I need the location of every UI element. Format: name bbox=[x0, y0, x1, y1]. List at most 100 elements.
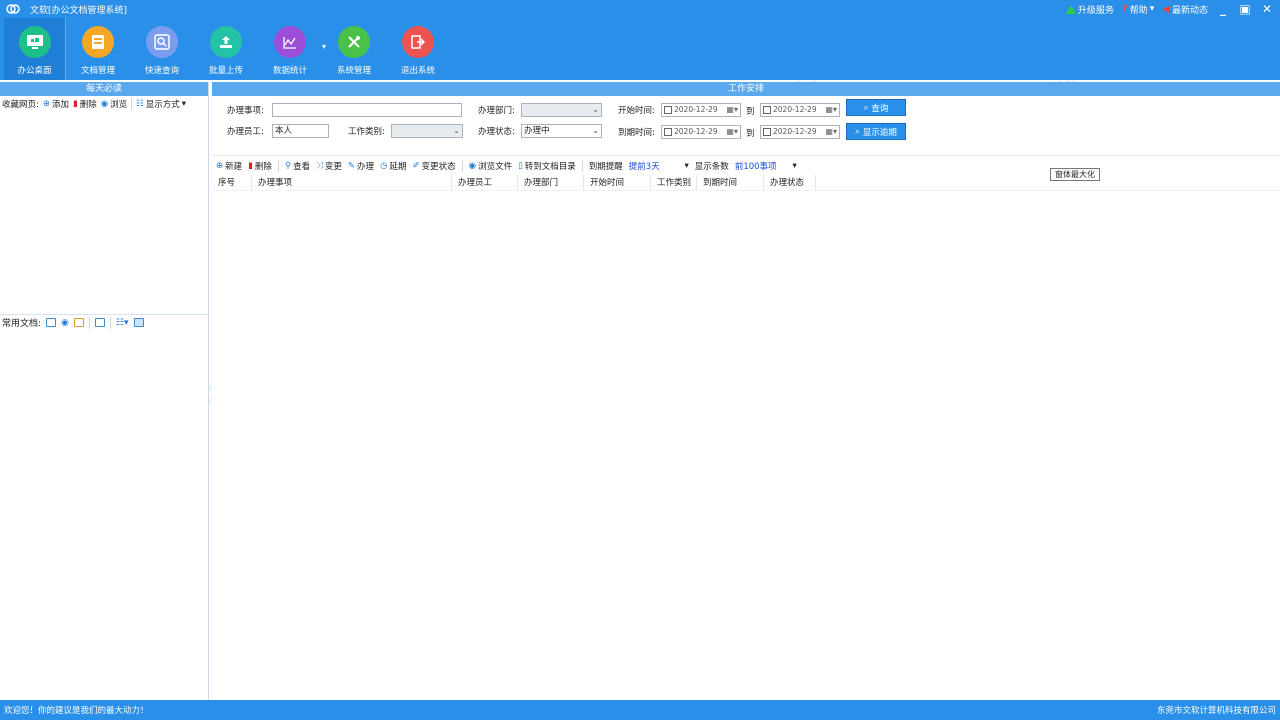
right-panel: 工作安排 办理事项: 办理员工: 本人 工作类别: ⌄ 办理部门: ⌄ 办理状态… bbox=[212, 82, 1280, 700]
checkbox[interactable] bbox=[664, 106, 672, 114]
upload-icon bbox=[210, 26, 242, 58]
col-header-status[interactable]: 办理状态 bbox=[764, 175, 816, 190]
col-header-staff[interactable]: 办理员工 bbox=[452, 175, 518, 190]
help-link[interactable]: ? 帮助 ▾ bbox=[1122, 3, 1154, 16]
col-header-item[interactable]: 办理事项 bbox=[252, 175, 452, 190]
toolbar-system-button[interactable]: 系统管理 bbox=[322, 18, 386, 80]
due-date-to[interactable]: 2020-12-29 ▦▾ bbox=[760, 125, 840, 139]
list-icon: ☷ bbox=[136, 99, 144, 109]
toolbar-documents-label: 文档管理 bbox=[80, 66, 115, 76]
col-header-due[interactable]: 到期时间 bbox=[697, 175, 764, 190]
close-button[interactable]: ✕ bbox=[1260, 2, 1274, 16]
staff-input[interactable]: 本人 bbox=[272, 124, 329, 138]
task-toolbar: ⊕ 新建 ▮ 删除 ⚲ 查看 ⤨ 变更 ✎ 办理 ◷ 延期 ✐ 变更状态 ◉ 浏览文件 ▯ 转到文… bbox=[212, 158, 1280, 174]
due-date-from[interactable]: 2020-12-29 ▦▾ bbox=[661, 125, 741, 139]
item-label: 办理事项: bbox=[227, 106, 264, 116]
restore-button[interactable]: ▣ bbox=[1238, 2, 1252, 16]
chevron-down-icon: ▾ bbox=[684, 161, 689, 171]
right-panel-title: 工作安排 bbox=[212, 82, 1280, 96]
type-select[interactable]: ⌄ bbox=[391, 124, 463, 138]
start-date-from[interactable]: 2020-12-29 ▦▾ bbox=[661, 103, 741, 117]
goto-directory-label: 转到文档目录 bbox=[524, 162, 576, 172]
checkbox[interactable] bbox=[664, 128, 672, 136]
add-icon: ⊕ bbox=[42, 99, 50, 109]
search-icon: ⌕ bbox=[863, 102, 869, 113]
count-select[interactable]: 前100事项 ▾ bbox=[735, 160, 797, 172]
date-value: 2020-12-29 bbox=[773, 105, 817, 114]
toolbar-statistics-button[interactable]: 数据统计 ▾ bbox=[258, 18, 326, 80]
minimize-button[interactable]: _ bbox=[1216, 2, 1230, 16]
add-label: 添加 bbox=[52, 100, 70, 110]
show-overdue-button[interactable]: ⌕ 显示逾期 bbox=[846, 123, 906, 140]
display-mode-button[interactable]: ☷ 显示方式 ▾ bbox=[136, 98, 186, 110]
toolbar-documents-button[interactable]: 文档管理 bbox=[66, 18, 130, 80]
details-icon[interactable] bbox=[133, 318, 144, 327]
clock-icon: ◷ bbox=[380, 161, 388, 171]
window-title: 文软[办公文档管理系统] bbox=[30, 5, 128, 16]
delete-label: 删除 bbox=[254, 162, 272, 172]
col-header-dept[interactable]: 办理部门 bbox=[518, 175, 584, 190]
change-status-button[interactable]: ✐ 变更状态 bbox=[413, 160, 456, 172]
divider bbox=[461, 160, 463, 172]
delete-favorite-button[interactable]: ▮ 删除 bbox=[73, 98, 97, 110]
change-task-button[interactable]: ⤨ 变更 bbox=[316, 160, 342, 172]
news-link[interactable]: ◀ 最新动态 bbox=[1162, 3, 1208, 16]
calendar-icon[interactable]: ▦▾ bbox=[825, 126, 839, 138]
calendar-icon[interactable]: ▦▾ bbox=[726, 104, 740, 116]
col-header-start[interactable]: 开始时间 bbox=[584, 175, 651, 190]
col-header-index[interactable]: 序号 bbox=[212, 175, 252, 190]
add-icon: ⊕ bbox=[216, 161, 224, 171]
item-input[interactable] bbox=[272, 103, 462, 117]
calendar-icon[interactable]: ▦▾ bbox=[726, 126, 740, 138]
toolbar-exit-button[interactable]: 退出系统 bbox=[386, 18, 450, 80]
help-icon: ? bbox=[1121, 3, 1128, 15]
dept-select[interactable]: ⌄ bbox=[521, 103, 602, 117]
change-status-label: 变更状态 bbox=[421, 162, 456, 172]
goto-directory-button[interactable]: ▯ 转到文档目录 bbox=[518, 160, 576, 172]
browse-favorite-button[interactable]: ◉ 浏览 bbox=[101, 98, 127, 110]
pen-icon: ✎ bbox=[347, 161, 356, 171]
new-task-button[interactable]: ⊕ 新建 bbox=[216, 160, 242, 172]
checkbox[interactable] bbox=[763, 106, 771, 114]
status-value: 办理中 bbox=[524, 126, 550, 136]
toolbar-batch-upload-button[interactable]: 批量上传 bbox=[194, 18, 258, 80]
delete-task-button[interactable]: ▮ 删除 bbox=[248, 160, 272, 172]
checkbox[interactable] bbox=[763, 128, 771, 136]
browse-file-button[interactable]: ◉ 浏览文件 bbox=[469, 160, 512, 172]
count-value: 前100事项 bbox=[734, 162, 777, 172]
favorites-toolbar: 收藏网页: ⊕ 添加 ▮ 删除 ◉ 浏览 ☷ 显示方式 ▾ bbox=[0, 96, 208, 112]
eye-icon[interactable]: ◉ bbox=[61, 318, 69, 328]
common-docs-label: 常用文档: bbox=[2, 319, 42, 329]
toolbar-desktop-label: 办公桌面 bbox=[17, 66, 52, 76]
divider bbox=[109, 316, 111, 329]
toolbar-desktop-button[interactable]: 办公桌面 bbox=[4, 18, 66, 80]
desktop-icon bbox=[18, 26, 51, 58]
toolbar-system-label: 系统管理 bbox=[336, 66, 371, 76]
status-select[interactable]: 办理中 ⌄ bbox=[521, 124, 602, 138]
left-panel: 每天必读 收藏网页: ⊕ 添加 ▮ 删除 ◉ 浏览 ☷ 显示方式 ▾ 常用文档: ◉ ☷▾ bbox=[0, 82, 209, 700]
folder-icon[interactable] bbox=[46, 318, 57, 327]
add-favorite-button[interactable]: ⊕ 添加 bbox=[43, 98, 69, 110]
toolbar-quick-search-button[interactable]: 快速查询 bbox=[130, 18, 194, 80]
chevron-down-icon: ▾ bbox=[1149, 4, 1155, 14]
new-label: 新建 bbox=[225, 162, 243, 172]
upgrade-label: 升级服务 bbox=[1077, 5, 1114, 16]
toolbar-batch-upload-label: 批量上传 bbox=[208, 66, 243, 76]
query-button[interactable]: ⌕ 查询 bbox=[846, 99, 906, 116]
calendar-icon[interactable]: ▦▾ bbox=[825, 104, 839, 116]
mail-icon[interactable] bbox=[73, 318, 84, 327]
overdue-label: 显示逾期 bbox=[862, 127, 897, 138]
view-task-button[interactable]: ⚲ 查看 bbox=[285, 160, 310, 172]
extend-task-button[interactable]: ◷ 延期 bbox=[380, 160, 406, 172]
file-icon: ▯ bbox=[518, 161, 523, 171]
upgrade-icon bbox=[1065, 4, 1076, 14]
to-label: 到 bbox=[746, 107, 755, 117]
upgrade-link[interactable]: 升级服务 bbox=[1065, 3, 1114, 16]
col-header-type[interactable]: 工作类别 bbox=[651, 175, 697, 190]
handle-task-button[interactable]: ✎ 办理 bbox=[348, 160, 374, 172]
handle-label: 办理 bbox=[357, 162, 375, 172]
remind-select[interactable]: 提前3天 ▾ bbox=[629, 160, 689, 172]
list-view-icon[interactable]: ☷▾ bbox=[116, 318, 129, 328]
file-icon[interactable] bbox=[94, 318, 105, 327]
start-date-to[interactable]: 2020-12-29 ▦▾ bbox=[760, 103, 840, 117]
